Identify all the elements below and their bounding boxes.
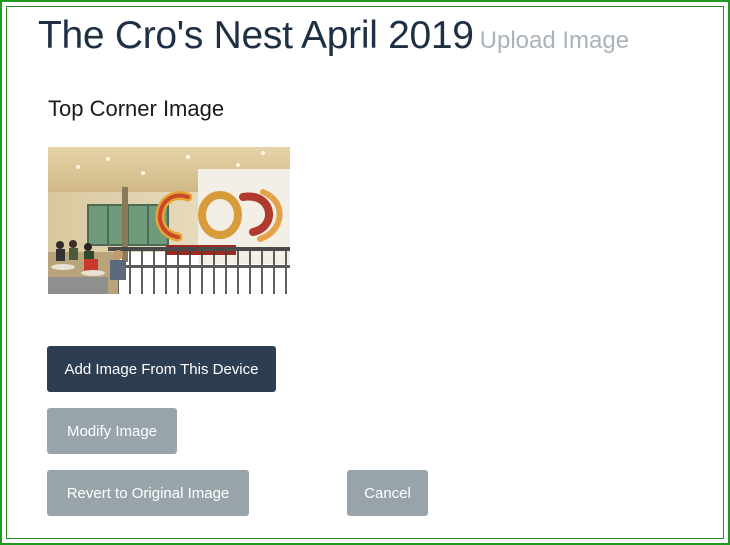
section-label: Top Corner Image	[48, 96, 225, 121]
cancel-button[interactable]: Cancel	[347, 470, 428, 516]
top-corner-image	[48, 147, 290, 294]
revert-to-original-button[interactable]: Revert to Original Image	[47, 470, 249, 516]
top-corner-image-graphic	[48, 147, 290, 294]
modify-image-button[interactable]: Modify Image	[47, 408, 177, 454]
add-image-from-device-button[interactable]: Add Image From This Device	[47, 346, 276, 392]
title-row: The Cro's Nest April 2019 Upload Image	[38, 14, 629, 58]
page-subtitle: Upload Image	[479, 27, 630, 54]
page-title: The Cro's Nest April 2019	[38, 14, 474, 57]
